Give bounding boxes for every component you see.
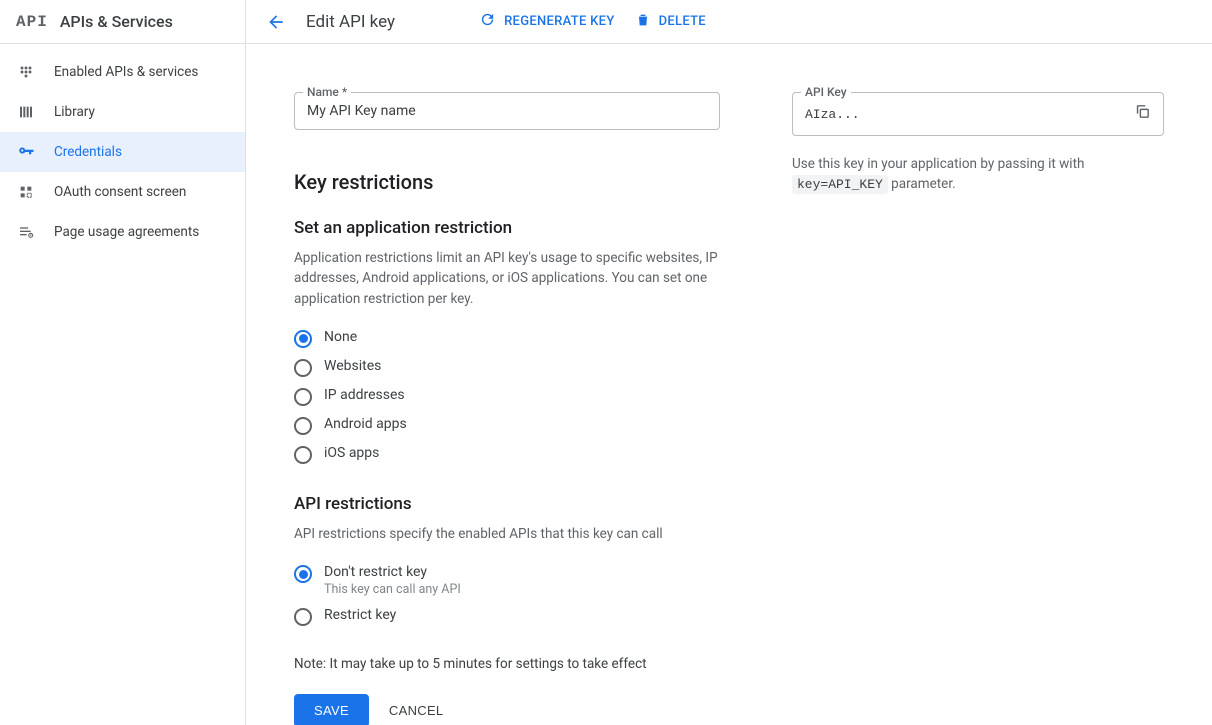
- name-label: Name *: [303, 85, 351, 99]
- radio-label: iOS apps: [324, 445, 379, 461]
- radio-label: Android apps: [324, 416, 407, 432]
- radio-label: None: [324, 329, 357, 345]
- radio-icon: [294, 388, 312, 406]
- agreements-icon: [16, 222, 36, 242]
- cancel-button[interactable]: CANCEL: [389, 703, 444, 718]
- radio-app-none[interactable]: None: [294, 327, 720, 350]
- radio-icon: [294, 417, 312, 435]
- sidebar-item-label: Enabled APIs & services: [54, 64, 198, 80]
- sidebar-header: API APIs & Services: [0, 0, 245, 44]
- name-input[interactable]: [307, 103, 707, 119]
- key-restrictions-title: Key restrictions: [294, 170, 720, 194]
- radio-label: Don't restrict key: [324, 564, 461, 580]
- sidebar-item-oauth-consent[interactable]: OAuth consent screen: [0, 172, 245, 212]
- library-icon: [16, 102, 36, 122]
- app-restriction-help: Application restrictions limit an API ke…: [294, 248, 720, 309]
- name-field[interactable]: Name *: [294, 92, 720, 130]
- radio-icon: [294, 359, 312, 377]
- refresh-icon: [479, 11, 496, 32]
- delete-label: DELETE: [659, 14, 706, 29]
- key-icon: [16, 142, 36, 162]
- left-column: Name * Key restrictions Set an applicati…: [294, 92, 720, 701]
- sidebar-title: APIs & Services: [60, 12, 173, 31]
- main: Edit API key REGENERATE KEY DELETE Name …: [246, 0, 1212, 725]
- sidebar-item-label: OAuth consent screen: [54, 184, 186, 200]
- api-restriction-title: API restrictions: [294, 494, 720, 514]
- sidebar-item-credentials[interactable]: Credentials: [0, 132, 245, 172]
- regenerate-key-button[interactable]: REGENERATE KEY: [479, 11, 615, 32]
- delete-button[interactable]: DELETE: [635, 12, 706, 32]
- help-prefix: Use this key in your application by pass…: [792, 156, 1084, 172]
- app-restriction-title: Set an application restriction: [294, 218, 720, 238]
- radio-api-restrict[interactable]: Restrict key: [294, 605, 720, 628]
- sidebar-item-label: Library: [54, 104, 95, 120]
- regenerate-label: REGENERATE KEY: [504, 14, 615, 29]
- radio-app-websites[interactable]: Websites: [294, 356, 720, 379]
- copy-button[interactable]: [1134, 103, 1151, 125]
- app-restriction-radio-group: None Websites IP addresses Android apps: [294, 327, 720, 466]
- button-row: SAVE CANCEL: [294, 694, 720, 725]
- right-column: API Key AIza... Use this key in your app…: [792, 92, 1164, 701]
- trash-icon: [635, 12, 651, 32]
- api-restriction-help: API restrictions specify the enabled API…: [294, 524, 720, 544]
- radio-app-android[interactable]: Android apps: [294, 414, 720, 437]
- api-key-help-text: Use this key in your application by pass…: [792, 154, 1164, 195]
- save-button[interactable]: SAVE: [294, 694, 369, 725]
- consent-icon: [16, 182, 36, 202]
- api-key-label: API Key: [801, 85, 851, 99]
- radio-icon: [294, 565, 312, 583]
- sidebar-nav: Enabled APIs & services Library Credenti…: [0, 44, 245, 252]
- page-title: Edit API key: [306, 12, 395, 32]
- api-key-value: AIza...: [805, 107, 1126, 122]
- radio-app-ip[interactable]: IP addresses: [294, 385, 720, 408]
- sidebar-item-label: Credentials: [54, 144, 122, 160]
- radio-icon: [294, 330, 312, 348]
- sidebar: API APIs & Services Enabled APIs & servi…: [0, 0, 246, 725]
- radio-label: Restrict key: [324, 607, 396, 623]
- back-button[interactable]: [266, 12, 286, 32]
- api-logo-icon: API: [16, 13, 48, 31]
- help-suffix: parameter.: [888, 176, 956, 192]
- radio-label: Websites: [324, 358, 381, 374]
- sidebar-item-label: Page usage agreements: [54, 224, 199, 240]
- toolbar: Edit API key REGENERATE KEY DELETE: [246, 0, 1212, 44]
- radio-api-dont-restrict[interactable]: Don't restrict key This key can call any…: [294, 562, 720, 599]
- radio-icon: [294, 446, 312, 464]
- radio-sublabel: This key can call any API: [324, 582, 461, 597]
- dashboard-icon: [16, 62, 36, 82]
- api-restriction-radio-group: Don't restrict key This key can call any…: [294, 562, 720, 628]
- radio-label: IP addresses: [324, 387, 405, 403]
- code-chip: key=API_KEY: [792, 175, 888, 194]
- radio-app-ios[interactable]: iOS apps: [294, 443, 720, 466]
- sidebar-item-library[interactable]: Library: [0, 92, 245, 132]
- api-key-field: API Key AIza...: [792, 92, 1164, 136]
- sidebar-item-agreements[interactable]: Page usage agreements: [0, 212, 245, 252]
- settings-note: Note: It may take up to 5 minutes for se…: [294, 656, 720, 672]
- content: Name * Key restrictions Set an applicati…: [246, 44, 1212, 725]
- sidebar-item-enabled-apis[interactable]: Enabled APIs & services: [0, 52, 245, 92]
- radio-icon: [294, 608, 312, 626]
